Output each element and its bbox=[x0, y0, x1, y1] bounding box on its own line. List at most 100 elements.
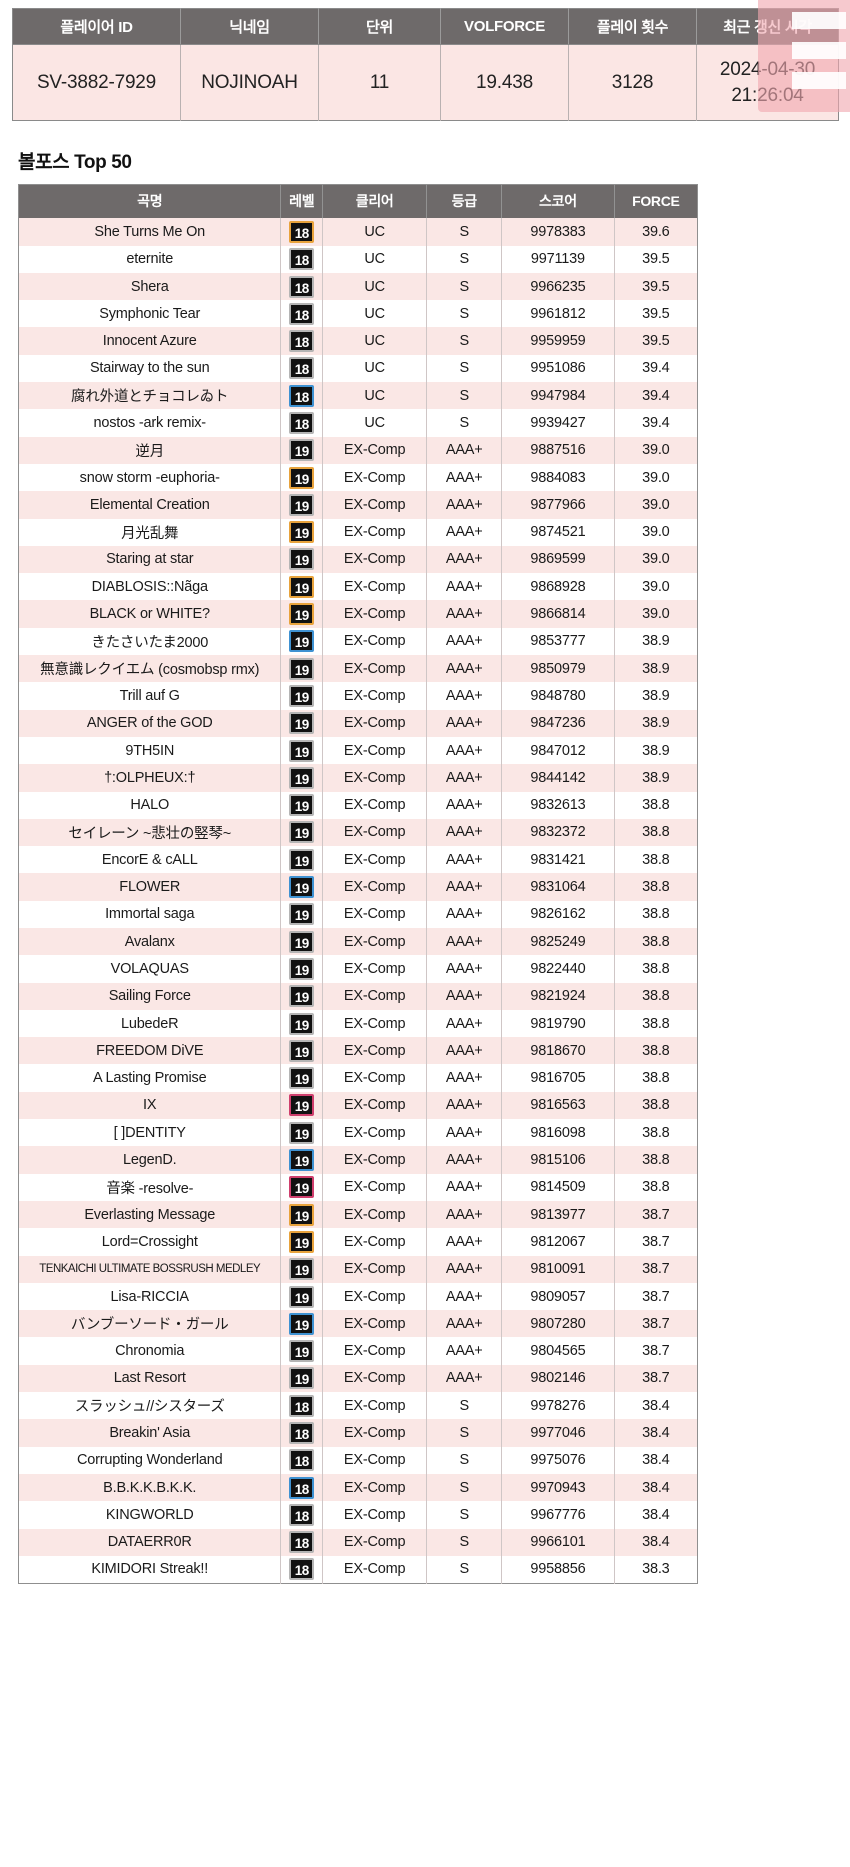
grade: S bbox=[426, 382, 503, 410]
score: 9970943 bbox=[501, 1473, 615, 1502]
force-value: 38.7 bbox=[614, 1200, 698, 1229]
grade: AAA+ bbox=[426, 1310, 503, 1338]
force-value: 38.9 bbox=[614, 682, 698, 710]
score: 9887516 bbox=[501, 436, 615, 464]
level-badge: 19 bbox=[289, 1121, 315, 1144]
table-row: Symphonic Tear 18 UC S 9961812 39.5 bbox=[18, 300, 698, 328]
clear-type: EX-Comp bbox=[322, 791, 428, 819]
table-row: A Lasting Promise 19 EX-Comp AAA+ 9816705 38.… bbox=[18, 1064, 698, 1092]
level-badge: 18 bbox=[289, 1476, 315, 1499]
profile-play-count: 3128 bbox=[568, 44, 697, 121]
clear-type: EX-Comp bbox=[322, 1146, 428, 1174]
level-cell: 19 bbox=[280, 1282, 324, 1311]
score: 9821924 bbox=[501, 982, 615, 1010]
grade: AAA+ bbox=[426, 955, 503, 983]
score: 9822440 bbox=[501, 955, 615, 983]
level-cell: 19 bbox=[280, 982, 324, 1010]
score: 9947984 bbox=[501, 382, 615, 410]
clear-type: EX-Comp bbox=[322, 1310, 428, 1338]
grade: AAA+ bbox=[426, 982, 503, 1010]
top50-header-force: FORCE bbox=[614, 184, 698, 219]
clear-type: EX-Comp bbox=[322, 1037, 428, 1065]
clear-type: EX-Comp bbox=[322, 1446, 428, 1474]
grade: AAA+ bbox=[426, 1337, 503, 1365]
score: 9819790 bbox=[501, 1009, 615, 1038]
table-row: 月光乱舞 19 EX-Comp AAA+ 9874521 39.0 bbox=[18, 518, 698, 546]
grade: AAA+ bbox=[426, 900, 503, 928]
score: 9884083 bbox=[501, 463, 615, 492]
song-title: Trill auf G bbox=[18, 682, 282, 710]
score: 9812067 bbox=[501, 1228, 615, 1256]
song-title: Avalanx bbox=[18, 928, 282, 956]
song-title: 音楽 -resolve- bbox=[18, 1173, 282, 1201]
force-value: 38.8 bbox=[614, 1173, 698, 1201]
force-value: 38.8 bbox=[614, 982, 698, 1010]
table-row: nostos -ark remix- 18 UC S 9939427 39.4 bbox=[18, 409, 698, 437]
top50-header-title: 곡명 bbox=[18, 184, 282, 219]
song-title: Lord=Crossight bbox=[18, 1228, 282, 1256]
song-title: A Lasting Promise bbox=[18, 1064, 282, 1092]
table-row: Everlasting Message 19 EX-Comp AAA+ 9813977 3… bbox=[18, 1200, 698, 1229]
score: 9813977 bbox=[501, 1200, 615, 1229]
table-row: snow storm -euphoria- 19 EX-Comp AAA+ 988408… bbox=[18, 463, 698, 492]
force-value: 38.8 bbox=[614, 1146, 698, 1174]
clear-type: EX-Comp bbox=[322, 982, 428, 1010]
force-value: 38.9 bbox=[614, 736, 698, 765]
table-row: 無意識レクイエム (cosmobsp rmx) 19 EX-Comp AAA+ 9850… bbox=[18, 655, 698, 683]
force-value: 38.7 bbox=[614, 1228, 698, 1256]
table-row: LubedeR 19 EX-Comp AAA+ 9819790 38.8 bbox=[18, 1009, 698, 1038]
score: 9807280 bbox=[501, 1310, 615, 1338]
clear-type: EX-Comp bbox=[322, 1501, 428, 1529]
clear-type: UC bbox=[322, 327, 428, 355]
force-value: 38.7 bbox=[614, 1255, 698, 1283]
clear-type: EX-Comp bbox=[322, 491, 428, 519]
level-cell: 19 bbox=[280, 873, 324, 901]
profile-value-row: SV-3882-7929 NOJINOAH 11 19.438 3128 202… bbox=[12, 44, 839, 121]
level-badge: 19 bbox=[289, 1067, 315, 1090]
score: 9939427 bbox=[501, 409, 615, 437]
clear-type: EX-Comp bbox=[322, 545, 428, 574]
song-title: LegenD. bbox=[18, 1146, 282, 1174]
force-value: 39.5 bbox=[614, 300, 698, 328]
song-title: TENKAICHI ULTIMATE BOSSRUSH MEDLEY bbox=[18, 1255, 282, 1283]
level-badge: 18 bbox=[289, 1421, 315, 1444]
force-value: 39.0 bbox=[614, 463, 698, 492]
level-badge: 19 bbox=[289, 821, 315, 844]
level-badge: 19 bbox=[289, 1094, 315, 1117]
table-row: Lisa-RICCIA 19 EX-Comp AAA+ 9809057 38.7 bbox=[18, 1282, 698, 1311]
table-row: セイレーン ~悲壮の竪琴~ 19 EX-Comp AAA+ 9832372 38.8 bbox=[18, 818, 698, 847]
level-cell: 19 bbox=[280, 627, 324, 656]
level-badge: 18 bbox=[289, 1531, 315, 1554]
grade: AAA+ bbox=[426, 928, 503, 956]
level-cell: 19 bbox=[280, 846, 324, 874]
clear-type: EX-Comp bbox=[322, 1419, 428, 1447]
song-title: Shera bbox=[18, 272, 282, 301]
table-row: Corrupting Wonderland 18 EX-Comp S 9975076 38… bbox=[18, 1446, 698, 1474]
force-value: 38.7 bbox=[614, 1282, 698, 1311]
score: 9966235 bbox=[501, 272, 615, 301]
level-badge: 18 bbox=[289, 1558, 315, 1581]
table-row: Staring at star 19 EX-Comp AAA+ 9869599 39.0 bbox=[18, 545, 698, 574]
grade: S bbox=[426, 1528, 503, 1556]
force-value: 38.8 bbox=[614, 1064, 698, 1092]
score: 9967776 bbox=[501, 1501, 615, 1529]
level-badge: 18 bbox=[289, 220, 315, 243]
table-row: ANGER of the GOD 19 EX-Comp AAA+ 9847236 38.9 bbox=[18, 709, 698, 737]
clear-type: EX-Comp bbox=[322, 873, 428, 901]
score: 9951086 bbox=[501, 354, 615, 383]
score: 9869599 bbox=[501, 545, 615, 574]
level-badge: 19 bbox=[289, 521, 315, 544]
song-title: KIMIDORI Streak!! bbox=[18, 1555, 282, 1584]
top50-body: She Turns Me On 18 UC S 9978383 39.6 eternite 1… bbox=[18, 218, 698, 1584]
table-row: Trill auf G 19 EX-Comp AAA+ 9848780 38.9 bbox=[18, 682, 698, 710]
level-cell: 18 bbox=[280, 300, 324, 328]
grade: AAA+ bbox=[426, 655, 503, 683]
song-title: きたさいたま2000 bbox=[18, 627, 282, 656]
score: 9866814 bbox=[501, 600, 615, 628]
clear-type: EX-Comp bbox=[322, 463, 428, 492]
grade: AAA+ bbox=[426, 1119, 503, 1147]
level-cell: 19 bbox=[280, 764, 324, 792]
table-row: BLACK or WHITE? 19 EX-Comp AAA+ 9866814 39.0 bbox=[18, 600, 698, 628]
updated-date: 2024-04-30 bbox=[719, 59, 816, 80]
song-title: EncorE & cALL bbox=[18, 846, 282, 874]
